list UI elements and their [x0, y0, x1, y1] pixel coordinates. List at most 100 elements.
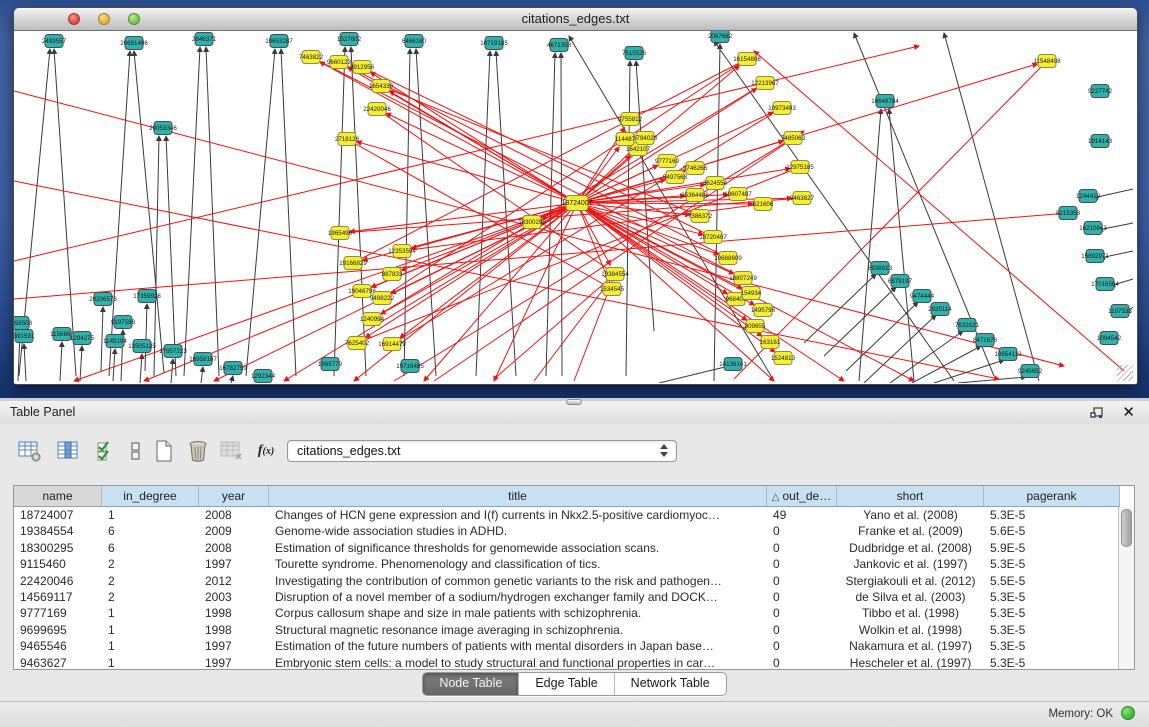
vertical-scrollbar[interactable] [1118, 507, 1134, 669]
graph-edge[interactable] [154, 136, 159, 376]
table-cell: 0 [767, 540, 837, 556]
graph-edge[interactable] [864, 315, 936, 383]
graph-node-label: 1292344 [251, 373, 276, 380]
graph-node-label: 7625402 [345, 340, 370, 347]
column-header-year[interactable]: year [199, 486, 269, 507]
rows-icon[interactable] [122, 438, 150, 464]
graph-edge[interactable] [54, 49, 76, 376]
column-header-pagerank[interactable]: pagerank [984, 486, 1120, 507]
tab-node-table[interactable]: Node Table [423, 673, 519, 695]
table-cell: 14569117 [14, 589, 102, 605]
function-builder-icon[interactable]: f(x) [252, 438, 280, 464]
table-cell: 6 [102, 523, 199, 539]
graph-node-label: 1534545 [600, 286, 625, 293]
table-panel-body: f(x) citations_edges.txt namein_degreeyea… [0, 424, 1149, 727]
window-resize-grip[interactable] [1117, 365, 1133, 381]
graph-edge[interactable] [140, 354, 142, 383]
graph-edge[interactable] [281, 49, 296, 376]
table-cell: 0 [767, 573, 837, 589]
graph-node-label: 25364486 [681, 192, 709, 199]
table-row[interactable]: 1830029562008Estimation of significance … [14, 540, 1134, 556]
graph-edge[interactable] [24, 344, 26, 381]
column-header-title[interactable]: title [269, 486, 767, 507]
split-pane-handle[interactable] [566, 399, 582, 405]
graph-node-label: 887833 [382, 271, 403, 278]
graph-edge[interactable] [912, 346, 981, 383]
select-columns-icon[interactable] [92, 438, 120, 464]
table-cell: Changes of HCN gene expression and I(f) … [269, 507, 767, 523]
column-header-short[interactable]: short [837, 486, 984, 507]
network-view-canvas[interactable]: 2493557206914062846371106532871527602646… [14, 31, 1135, 383]
table-cell: Structural magnetic resonance image aver… [269, 622, 767, 638]
graph-node-label: 9777169 [655, 158, 680, 165]
graph-node-label: 17359928 [133, 293, 161, 300]
graph-node-label: 16782759 [219, 365, 247, 372]
graph-node-label: 8938923 [868, 265, 893, 272]
float-window-icon[interactable] [1089, 405, 1105, 421]
table-cell: 1 [102, 638, 199, 654]
table-row[interactable]: 946554611997Estimation of the future num… [14, 638, 1134, 654]
graph-node-label: 1107533 [1108, 308, 1132, 315]
table-row[interactable]: 1872400712008Changes of HCN gene express… [14, 507, 1134, 523]
table-row[interactable]: 977716911998Corpus callosum shape and si… [14, 605, 1134, 621]
graph-node-label: 9755812 [618, 116, 643, 123]
table-cell: Hescheler et al. (1997) [837, 655, 984, 670]
graph-edge[interactable] [334, 47, 345, 376]
table-cell: Embryonic stem cells: a model to study s… [269, 655, 767, 670]
table-row[interactable]: 1456911722003Disruption of a novel membe… [14, 589, 1134, 605]
graph-edge[interactable] [166, 136, 176, 376]
table-cell: 1998 [199, 605, 269, 621]
graph-node-label: 15692971 [1081, 253, 1109, 260]
network-window[interactable]: citations_edges.txt 24935572069140628463… [13, 7, 1138, 385]
table-row[interactable]: 2242004622012Investigating the contribut… [14, 573, 1134, 589]
graph-node-label: 9474444 [910, 293, 935, 300]
column-header-in_degree[interactable]: in_degree [102, 486, 199, 507]
graph-edge[interactable] [134, 51, 164, 373]
graph-edge[interactable] [80, 346, 82, 381]
new-file-icon[interactable] [150, 438, 178, 464]
graph-node-label: 17957223 [159, 348, 187, 355]
table-cell: Tourette syndrome. Phenomenology and cla… [269, 556, 767, 572]
table-cell: 0 [767, 622, 837, 638]
table-cell: 6 [102, 540, 199, 556]
graph-edge[interactable] [390, 91, 572, 200]
graph-edge[interactable] [231, 376, 233, 383]
table-row[interactable]: 1938455462009Genome-wide association stu… [14, 523, 1134, 539]
close-icon[interactable]: ✕ [1122, 403, 1135, 421]
scrollbar-thumb[interactable] [1121, 509, 1132, 547]
graph-edge[interactable] [113, 349, 115, 381]
graph-node-label: 9912958 [350, 64, 375, 71]
graph-edge[interactable] [246, 49, 275, 376]
tab-edge-table[interactable]: Edge Table [519, 673, 614, 695]
column-header-name[interactable]: name [14, 486, 102, 507]
graph-edge[interactable] [60, 342, 62, 381]
graph-node-label: 1244419 [1076, 193, 1101, 200]
table-row[interactable]: 946362711997Embryonic stem cells: a mode… [14, 655, 1134, 670]
table-settings-icon[interactable] [16, 438, 44, 464]
graph-edge[interactable] [145, 304, 147, 371]
application-screen: citations_edges.txt 24935572069140628463… [0, 0, 1149, 727]
edit-columns-icon[interactable] [54, 438, 82, 464]
graph-edge[interactable] [184, 47, 200, 376]
graph-edge[interactable] [206, 47, 219, 376]
graph-edge[interactable] [404, 49, 410, 376]
column-header-out_de[interactable]: △out_de… [767, 486, 837, 507]
table-selector-dropdown[interactable]: citations_edges.txt [287, 440, 677, 462]
graph-edge[interactable] [14, 46, 919, 261]
graph-node-label: 12213967 [751, 80, 779, 87]
graph-edge[interactable] [659, 366, 729, 383]
table-cell: 1997 [199, 638, 269, 654]
graph-node-label: 9660123 [327, 59, 352, 66]
graph-edge[interactable] [201, 367, 203, 383]
graph-edge[interactable] [351, 47, 366, 376]
citation-network-graph[interactable]: 2493557206914062846371106532871527602646… [14, 31, 1135, 383]
tab-network-table[interactable]: Network Table [615, 673, 726, 695]
network-window-titlebar[interactable]: citations_edges.txt [14, 8, 1137, 31]
delete-icon[interactable] [184, 438, 212, 464]
table-row[interactable]: 969969511998Structural magnetic resonanc… [14, 622, 1134, 638]
graph-edge[interactable] [171, 359, 173, 383]
graph-node-label: 20053346 [149, 125, 177, 132]
table-cell: Dudbridge et al. (2008) [837, 540, 984, 556]
graph-node-label: 3624554 [703, 180, 728, 187]
table-row[interactable]: 911546021997Tourette syndrome. Phenomeno… [14, 556, 1134, 572]
